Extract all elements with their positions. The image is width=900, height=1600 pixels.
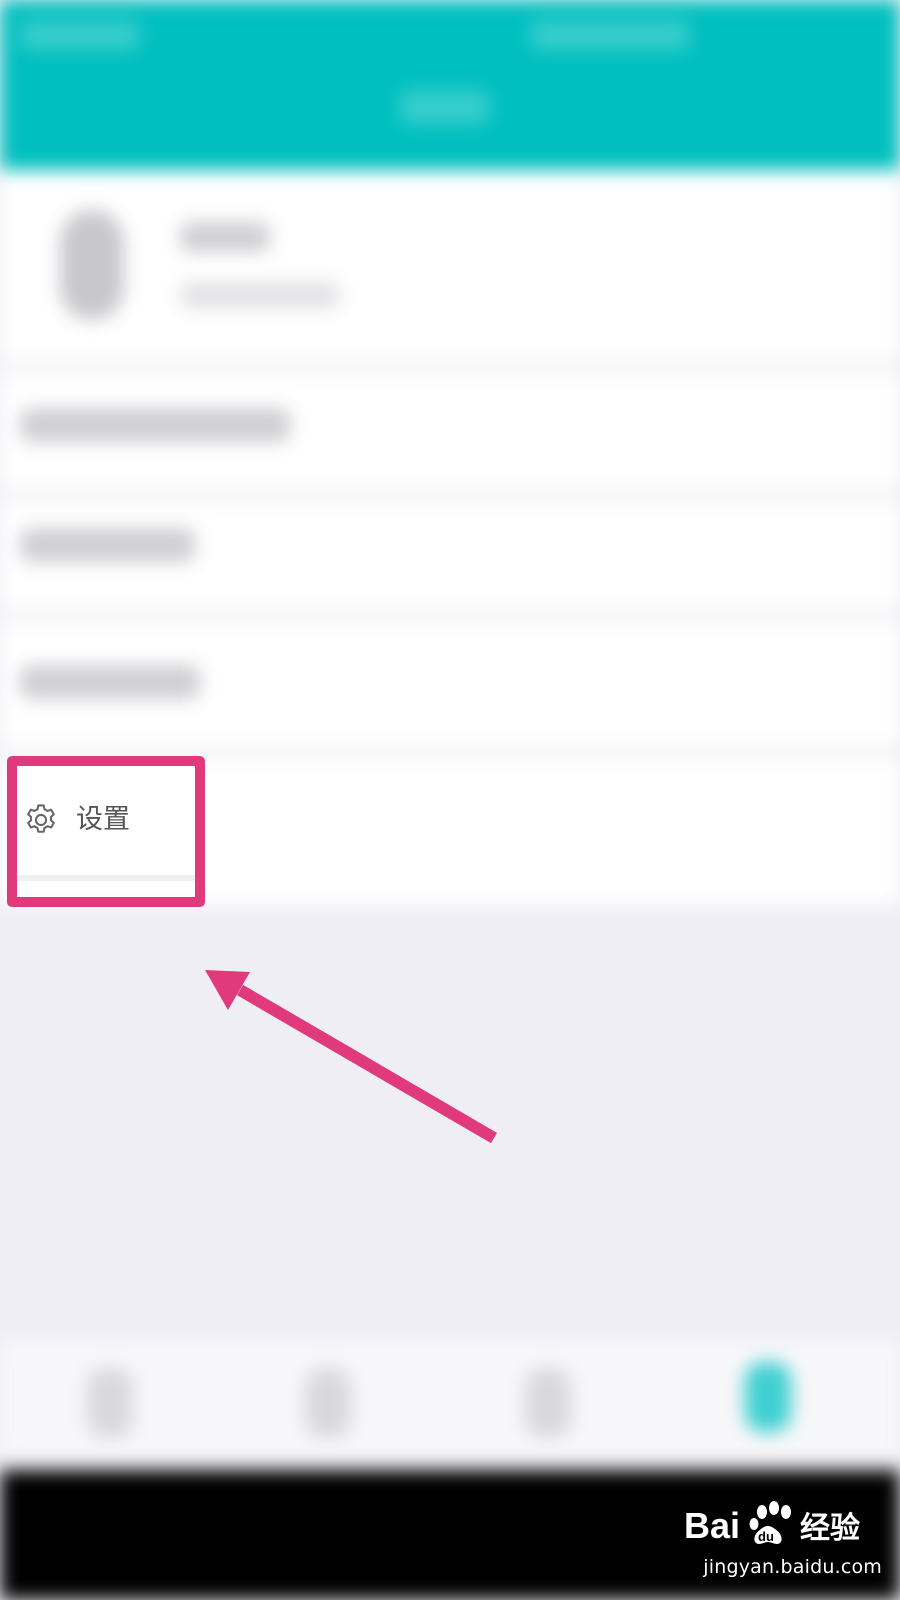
divider — [0, 608, 900, 622]
svg-text:经验: 经验 — [800, 1511, 860, 1546]
divider — [0, 488, 900, 502]
header-right-element — [530, 20, 690, 50]
bottom-nav — [0, 1340, 900, 1460]
watermark-domain: jingyan.baidu.com — [703, 1556, 882, 1578]
nav-tab-2[interactable] — [305, 1368, 351, 1438]
divider — [0, 745, 900, 759]
avatar — [60, 210, 124, 320]
menu-item-2[interactable] — [20, 528, 195, 562]
svg-text:Bai: Bai — [684, 1505, 740, 1546]
nav-tab-1[interactable] — [87, 1368, 133, 1438]
menu-item-3[interactable] — [20, 665, 200, 699]
header-bar — [0, 0, 900, 170]
settings-menu-item[interactable]: 设置 — [14, 763, 196, 881]
divider — [0, 360, 900, 374]
nav-tab-3[interactable] — [525, 1368, 571, 1438]
profile-name — [180, 222, 270, 252]
gear-icon — [27, 804, 55, 833]
header-title — [400, 90, 490, 124]
settings-label: 设置 — [76, 804, 130, 835]
header-left-element — [20, 20, 140, 50]
baidu-jingyan-logo: Bai du 经验 — [684, 1501, 860, 1546]
svg-text:du: du — [758, 1529, 774, 1544]
nav-tab-4-active[interactable] — [745, 1362, 791, 1432]
watermark: Bai du 经验 jingyan.baidu.com — [682, 1498, 882, 1578]
menu-item-1[interactable] — [20, 408, 290, 442]
profile-subtitle — [180, 282, 340, 308]
row-bottom-edge — [14, 875, 196, 881]
